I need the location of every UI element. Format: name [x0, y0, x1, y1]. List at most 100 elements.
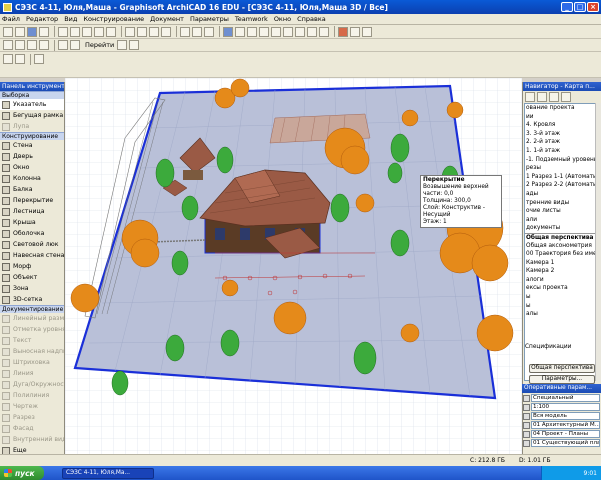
doc-tool-7[interactable]: Полилиния [0, 390, 64, 401]
mirror-icon[interactable] [161, 26, 171, 37]
construct-tool-8[interactable]: Оболочка [0, 228, 64, 239]
construct-tool-10[interactable]: Навесная стена [0, 250, 64, 261]
guide-line-icon[interactable] [192, 26, 202, 37]
rotate-icon[interactable] [149, 26, 159, 37]
quick-option-value[interactable]: 01 Архитектурный М... [531, 421, 600, 429]
navigator-item[interactable]: документы [525, 224, 595, 233]
specifications-label[interactable]: Спецификации [525, 344, 571, 350]
construct-tool-12[interactable]: Объект [0, 272, 64, 283]
quick-option-row[interactable]: Вся модель [523, 412, 600, 420]
navigator-item[interactable]: ексы проекта [525, 284, 595, 293]
tool-marquee[interactable]: Бегущая рамка [0, 110, 64, 121]
construct-tool-9[interactable]: Световой люк [0, 239, 64, 250]
new-file-icon[interactable] [3, 26, 13, 37]
doc-tool-3[interactable]: Выносная надпись [0, 346, 64, 357]
navigator-item[interactable]: ады [525, 190, 595, 199]
construct-tool-5[interactable]: Перекрытие [0, 195, 64, 206]
quick-options-title[interactable]: Оперативные парам... [522, 384, 601, 393]
fit-window-icon[interactable] [39, 40, 49, 50]
grid-snap-icon[interactable] [180, 26, 190, 37]
sun-icon[interactable] [350, 26, 360, 37]
selection-method-icon[interactable] [34, 54, 44, 64]
menu-options[interactable]: Параметры [190, 15, 229, 23]
construct-section-header[interactable]: Конструирование [0, 132, 64, 140]
zoom-out-icon[interactable] [27, 40, 37, 50]
worksheet-icon[interactable] [283, 26, 293, 37]
menu-window[interactable]: Окно [274, 15, 291, 23]
construct-tool-6[interactable]: Лестница [0, 206, 64, 217]
doc-tool-10[interactable]: Фасад [0, 423, 64, 434]
quick-option-value[interactable]: Вся модель [531, 412, 600, 420]
previous-view-icon[interactable] [58, 40, 68, 50]
marquee-icon[interactable] [15, 54, 25, 64]
walk-icon[interactable] [117, 40, 128, 50]
navigator-scrollbar[interactable] [595, 103, 601, 381]
navigator-item[interactable]: 2. 2-й этаж [525, 138, 595, 147]
navigator-item[interactable]: очие листы [525, 207, 595, 216]
quick-option-value[interactable]: Специальный [531, 394, 600, 402]
detail-icon[interactable] [295, 26, 305, 37]
construct-tool-11[interactable]: Морф [0, 261, 64, 272]
3d-scene[interactable] [65, 78, 522, 454]
close-button[interactable]: × [587, 2, 599, 12]
paste-icon[interactable] [82, 26, 92, 37]
project-map-icon[interactable] [525, 91, 535, 102]
list-icon[interactable] [319, 26, 329, 37]
navigator-item[interactable]: резы [525, 164, 595, 173]
navigator-item[interactable]: 2 Разрез 2-2 (Автоматическое [525, 181, 595, 190]
navigator-item[interactable]: ии [525, 113, 595, 122]
doc-tool-2[interactable]: Текст [0, 335, 64, 346]
3d-viewport[interactable] [65, 78, 522, 454]
menu-view[interactable]: Вид [64, 15, 77, 23]
general-perspective-button[interactable]: Общая перспектива [529, 364, 595, 373]
arrow-icon[interactable] [3, 54, 13, 64]
select-section-header[interactable]: Выборка [0, 91, 64, 99]
navigator-item[interactable]: 3. 3-й этаж [525, 130, 595, 139]
quick-option-value[interactable]: 1:100 [531, 403, 600, 411]
start-button[interactable]: пуск [0, 466, 44, 480]
navigator-item[interactable]: ование проекта [525, 104, 595, 113]
quick-option-value[interactable]: 04 Проект - Планы [531, 430, 600, 438]
navigator-section-title[interactable]: Общая перспектива [525, 232, 595, 242]
doc-tool-1[interactable]: Отметка уровня [0, 324, 64, 335]
interior-icon[interactable] [271, 26, 281, 37]
menu-file[interactable]: Файл [2, 15, 20, 23]
navigator-item[interactable]: Камера 1 [525, 259, 595, 268]
view-mode-icon[interactable] [3, 40, 13, 50]
quick-option-value[interactable]: 01 Существующий план [531, 439, 600, 447]
quick-option-row[interactable]: 01 Существующий план [523, 439, 600, 447]
quick-option-row[interactable]: 01 Архитектурный М... [523, 421, 600, 429]
construct-tool-1[interactable]: Дверь [0, 151, 64, 162]
doc-tool-4[interactable]: Штриховка [0, 357, 64, 368]
pointer-icon[interactable] [125, 26, 135, 37]
navigator-item[interactable]: тренние виды [525, 199, 595, 208]
next-view-icon[interactable] [70, 40, 80, 50]
quick-option-row[interactable]: 04 Проект - Планы [523, 430, 600, 438]
tool-pointer[interactable]: Указатель [0, 99, 64, 110]
construct-tool-13[interactable]: Зона [0, 283, 64, 294]
parameters-button[interactable]: Параметры... [529, 375, 595, 384]
construct-tool-14[interactable]: 3D-сетка [0, 294, 64, 305]
goto-label[interactable]: Перейти [85, 41, 114, 49]
render-icon[interactable] [338, 26, 348, 37]
navigator-item[interactable]: Общая аксонометрия [525, 242, 595, 251]
navigator-tree[interactable]: ование проекта ии 4. Кровля 3. 3-й этаж 2. 2… [524, 103, 596, 381]
undo-icon[interactable] [94, 26, 104, 37]
view-map-icon[interactable] [537, 91, 547, 102]
menu-design[interactable]: Конструирование [83, 15, 144, 23]
menu-help[interactable]: Справка [297, 15, 326, 23]
document-section-header[interactable]: Документирование [0, 305, 64, 313]
save-icon[interactable] [27, 26, 37, 37]
section-icon[interactable] [247, 26, 257, 37]
menu-teamwork[interactable]: Teamwork [235, 15, 268, 23]
doc-tool-11[interactable]: Внутренний вид [0, 434, 64, 445]
menu-edit[interactable]: Редактор [26, 15, 58, 23]
tool-magnifier[interactable]: Лупа [0, 121, 64, 132]
floor-plan-icon[interactable] [235, 26, 245, 37]
construct-tool-4[interactable]: Балка [0, 184, 64, 195]
print-icon[interactable] [39, 26, 49, 37]
navigator-item[interactable]: Камера 2 [525, 267, 595, 276]
open-file-icon[interactable] [15, 26, 25, 37]
navigator-item[interactable]: али [525, 216, 595, 225]
navigator-item[interactable]: 00 Траектория без имени [525, 250, 595, 259]
